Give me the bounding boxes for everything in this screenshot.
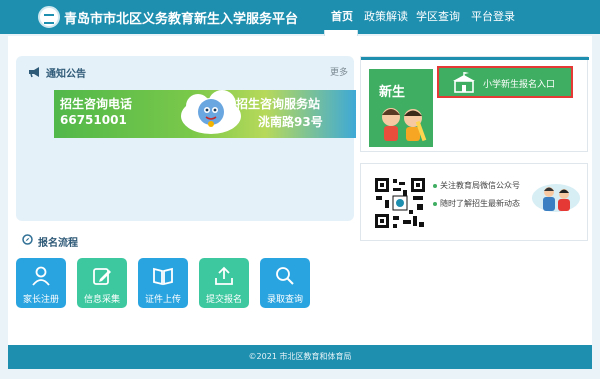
- step-label: 家长注册: [22, 295, 59, 305]
- search-icon: [276, 267, 294, 285]
- notice-title: 通知公告: [46, 69, 86, 80]
- step-admission-query-button[interactable]: 录取查询: [260, 258, 310, 308]
- consult-banner[interactable]: 招生咨询电话 66751001 招生咨询服务站 洮南路93号: [54, 90, 356, 138]
- megaphone-icon: [29, 67, 39, 78]
- notice-more-link[interactable]: 更多: [330, 65, 348, 78]
- banner-station-label: 招生咨询服务站: [236, 97, 321, 111]
- people-illustration-icon: [532, 184, 580, 212]
- school-icon: [453, 72, 475, 93]
- enroll-panel: 新生 小学新生报名入口: [360, 56, 589, 152]
- book-icon: [153, 267, 173, 286]
- newbie-tile: 新生: [369, 69, 433, 147]
- site-logo-icon[interactable]: [38, 6, 60, 28]
- banner-phone-label: 招生咨询电话: [60, 97, 133, 111]
- step-document-upload-button[interactable]: 证件上传: [138, 258, 188, 308]
- user-icon: [32, 266, 50, 286]
- step-label: 证件上传: [144, 295, 181, 305]
- enroll-panel-accent: [361, 57, 589, 60]
- step-label: 提交报名: [205, 295, 242, 305]
- step-label: 录取查询: [266, 295, 303, 305]
- flow-title: 报名流程: [38, 238, 78, 249]
- nav-policy[interactable]: 政策解读: [363, 0, 409, 34]
- upload-icon: [215, 266, 233, 285]
- step-submit-button[interactable]: 提交报名: [199, 258, 249, 308]
- nav-district-query[interactable]: 学区查询: [415, 0, 461, 34]
- site-title[interactable]: 青岛市市北区义务教育新生入学服务平台: [64, 8, 298, 27]
- notice-panel: 通知公告 更多: [16, 56, 354, 221]
- step-parent-register-button[interactable]: 家长注册: [16, 258, 66, 308]
- primary-enroll-button[interactable]: 小学新生报名入口: [437, 66, 573, 98]
- wechat-follow-text: 关注教育局微信公众号: [433, 180, 520, 191]
- cloud-mascot-icon: [181, 90, 241, 134]
- banner-phone-value: 66751001: [60, 113, 127, 127]
- nav-home[interactable]: 首页: [326, 0, 358, 34]
- step-label: 信息采集: [83, 295, 120, 305]
- bullet-dot-icon: [433, 183, 437, 188]
- nav-login[interactable]: 平台登录: [470, 0, 516, 34]
- compass-icon: [22, 234, 33, 245]
- qr-code-icon: [373, 176, 427, 230]
- wechat-panel: 关注教育局微信公众号 随时了解招生最新动态: [360, 163, 588, 241]
- wechat-news-text: 随时了解招生最新动态: [433, 198, 520, 209]
- bullet-dot-icon: [433, 201, 437, 206]
- step-info-collect-button[interactable]: 信息采集: [77, 258, 127, 308]
- banner-station-value: 洮南路93号: [258, 115, 323, 129]
- newbie-label: 新生: [379, 85, 406, 100]
- edit-icon: [93, 268, 111, 285]
- footer-copyright: ©2021 市北区教育和体育局: [8, 345, 592, 369]
- header-bar: 青岛市市北区义务教育新生入学服务平台 首页 政策解读 学区查询 平台登录: [0, 0, 600, 34]
- children-illustration-icon: [382, 108, 427, 142]
- enroll-button-label: 小学新生报名入口: [483, 80, 556, 90]
